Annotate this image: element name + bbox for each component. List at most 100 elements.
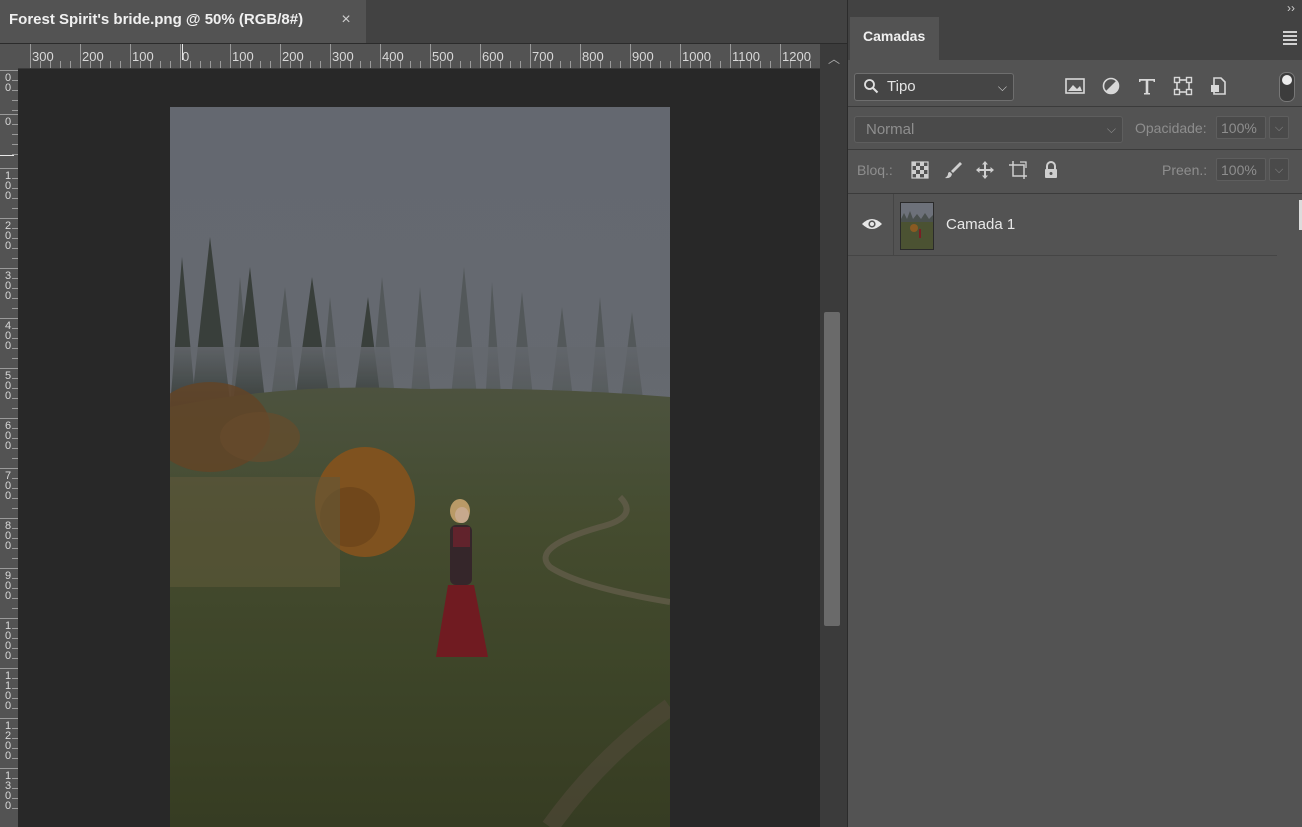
ruler-corner[interactable] [0, 44, 19, 68]
ruler-minor-tick [470, 61, 471, 68]
horizontal-ruler[interactable]: 300 200 100 0 100 200 300 400 500 600 700 800 900 100… [18, 44, 820, 69]
ruler-minor-tick [170, 61, 171, 68]
ruler-minor-tick [320, 61, 321, 68]
type-filter-icon[interactable] [1136, 75, 1158, 97]
ruler-minor-tick [290, 61, 291, 68]
lock-transparency-icon[interactable] [910, 160, 930, 180]
image-filter-icon[interactable] [1064, 75, 1086, 97]
ruler-label: 8 0 0 [4, 520, 12, 552]
ruler-minor-tick [210, 61, 211, 68]
fill-input[interactable] [1216, 158, 1266, 181]
ruler-label: 1 2 0 0 [4, 720, 12, 762]
ruler-minor-tick [350, 61, 351, 68]
photo-foggy-field [170, 107, 670, 827]
lock-label: Bloq.: [857, 162, 893, 178]
lock-brush-icon[interactable] [943, 160, 963, 180]
opacity-dropdown-chevron-icon[interactable]: ⌵ [1269, 116, 1289, 139]
divider [893, 194, 894, 255]
ruler-minor-tick [90, 61, 91, 68]
ruler-minor-tick [150, 61, 151, 68]
chevron-down-icon: ⌵ [997, 80, 1007, 94]
vertical-scrollbar[interactable]: ︿ [820, 44, 847, 827]
ruler-major-tick [0, 618, 18, 619]
shape-filter-icon[interactable] [1172, 75, 1194, 97]
double-chevron-right-icon[interactable]: ›› [1287, 1, 1295, 15]
document-image[interactable] [170, 107, 670, 827]
opacity-input[interactable] [1216, 116, 1266, 139]
ruler-label: 1 0 0 [4, 170, 12, 202]
ruler-major-tick [0, 668, 18, 669]
ruler-major-tick [0, 368, 18, 369]
ruler-label: 1100 [732, 49, 760, 64]
ruler-minor-tick [50, 61, 51, 68]
ruler-minor-tick [340, 61, 341, 68]
ruler-major-tick [0, 518, 18, 519]
tab-layers-label: Camadas [863, 28, 926, 44]
vertical-ruler[interactable]: 0 001 0 02 0 03 0 04 0 05 0 06 0 07 0 08… [0, 68, 19, 827]
ruler-major-tick [0, 114, 18, 115]
vertical-ruler-cursor-marker [0, 155, 14, 156]
ruler-label: 0 [182, 49, 190, 64]
ruler-minor-tick [520, 61, 521, 68]
ruler-label: 1 0 0 0 [4, 620, 12, 662]
ruler-minor-tick [800, 61, 801, 68]
ruler-major-tick [0, 568, 18, 569]
ruler-minor-tick [700, 61, 701, 68]
ruler-minor-tick [590, 61, 591, 68]
eye-visibility-icon[interactable] [861, 216, 883, 232]
lock-position-icon[interactable] [975, 160, 995, 180]
scroll-up-arrow-icon[interactable]: ︿ [824, 50, 844, 66]
ruler-minor-tick [450, 61, 451, 68]
ruler-minor-tick [770, 61, 771, 68]
ruler-label: 2 0 0 [4, 220, 12, 252]
ruler-major-tick [130, 44, 131, 68]
ruler-minor-tick [810, 61, 811, 68]
horizontal-ruler-cursor-marker [182, 44, 183, 60]
lock-all-icon[interactable] [1041, 160, 1061, 180]
ruler-label: 0 [4, 116, 12, 128]
ruler-minor-tick [500, 61, 501, 68]
ruler-minor-tick [260, 61, 261, 68]
ruler-minor-tick [790, 61, 791, 68]
document-tab[interactable]: Forest Spirit's bride.png @ 50% (RGB/8#)… [0, 0, 366, 43]
close-icon[interactable]: × [339, 11, 353, 29]
layers-list-scrollbar[interactable] [1277, 194, 1302, 827]
divider [848, 149, 1302, 150]
blend-mode-value: Normal [866, 121, 915, 138]
ruler-label: 1 3 0 0 [4, 770, 12, 812]
ruler-major-tick [630, 44, 631, 68]
ruler-minor-tick [750, 61, 751, 68]
filter-toggle-switch[interactable] [1279, 72, 1295, 102]
panel-header-strip: ›› [848, 0, 1302, 17]
ruler-minor-tick [390, 61, 391, 68]
tab-layers[interactable]: Camadas [850, 17, 939, 60]
ruler-minor-tick [610, 61, 611, 68]
smart-object-filter-icon[interactable] [1208, 75, 1230, 97]
layer-name: Camada 1 [946, 216, 1016, 233]
ruler-minor-tick [250, 61, 251, 68]
layer-thumbnail[interactable] [900, 202, 934, 250]
chevron-down-icon: ⌵ [1106, 122, 1116, 136]
hamburger-menu-icon[interactable] [1283, 31, 1297, 47]
ruler-label: 1 1 0 0 [4, 670, 12, 712]
document-tab-bar: Forest Spirit's bride.png @ 50% (RGB/8#)… [0, 0, 847, 44]
lock-artboard-icon[interactable] [1008, 160, 1028, 180]
layers-list: Camada 1 [848, 194, 1277, 827]
ruler-major-tick [280, 44, 281, 68]
ruler-minor-tick [550, 61, 551, 68]
ruler-major-tick [580, 44, 581, 68]
layer-row[interactable]: Camada 1 [848, 194, 1277, 256]
adjustment-filter-icon[interactable] [1100, 75, 1122, 97]
ruler-minor-tick [70, 61, 71, 68]
ruler-major-tick [530, 44, 531, 68]
scrollbar-thumb[interactable] [824, 312, 840, 626]
blend-mode-select[interactable]: Normal ⌵ [854, 116, 1123, 143]
ruler-minor-tick [640, 61, 641, 68]
layer-filter-select[interactable]: Tipo ⌵ [854, 73, 1014, 101]
ruler-major-tick [180, 44, 181, 68]
document-area: Forest Spirit's bride.png @ 50% (RGB/8#)… [0, 0, 847, 827]
ruler-major-tick [430, 44, 431, 68]
fill-dropdown-chevron-icon[interactable]: ⌵ [1269, 158, 1289, 181]
ruler-major-tick [0, 218, 18, 219]
ruler-label: 9 0 0 [4, 570, 12, 602]
